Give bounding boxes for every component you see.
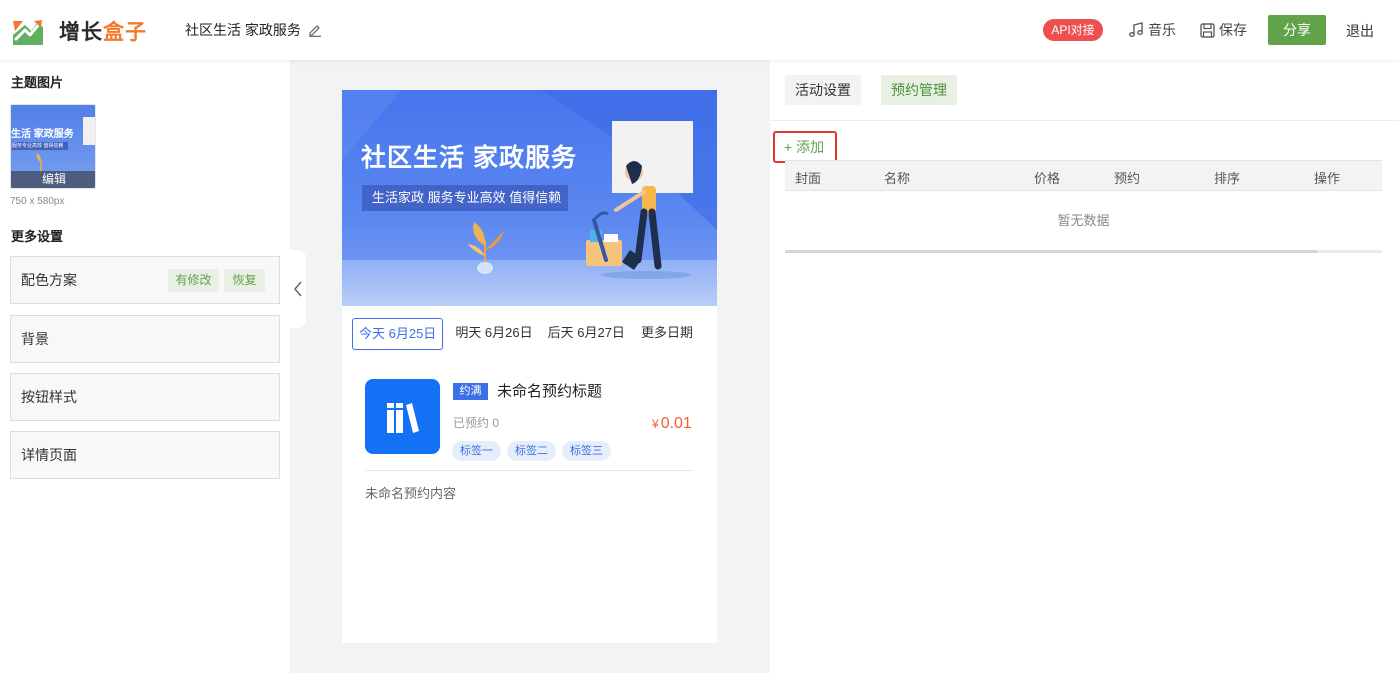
- item-title[interactable]: 未命名预约标题: [497, 380, 602, 401]
- activity-title: 社区生活 家政服务: [185, 22, 301, 38]
- music-button[interactable]: 音乐: [1128, 20, 1176, 40]
- tab-booking-management[interactable]: 预约管理: [881, 75, 957, 105]
- collapse-panel-toggle[interactable]: [290, 250, 306, 328]
- more-settings-title: 更多设置: [11, 229, 64, 244]
- column-header-sort: 排序: [1214, 171, 1241, 186]
- tab-activity-settings[interactable]: 活动设置: [785, 75, 861, 105]
- table-scrollbar[interactable]: [785, 250, 1382, 253]
- item-content: 未命名预约内容: [365, 486, 457, 501]
- setting-background[interactable]: 背景: [10, 315, 280, 363]
- save-disk-icon: [1200, 22, 1215, 38]
- setting-background-label: 背景: [21, 331, 49, 347]
- preview-banner: 社区生活 家政服务 生活家政 服务专业高效 值得信赖: [342, 90, 717, 306]
- date-tab-today[interactable]: 今天 6月25日: [352, 318, 444, 350]
- setting-color-scheme-label: 配色方案: [21, 272, 77, 288]
- add-booking-button[interactable]: + 添加: [773, 131, 837, 163]
- date-tab-day-after[interactable]: 后天 6月27日: [542, 318, 631, 350]
- books-icon: [387, 403, 419, 433]
- column-header-actions: 操作: [1314, 171, 1341, 186]
- left-settings-panel: 主题图片 生活 家政服务 服务专业高效 值得信赖 编辑 750 x 580px …: [0, 60, 290, 673]
- item-price: ¥0.01: [652, 415, 692, 433]
- booking-table-header: 封面 名称 价格 预约 排序 操作: [785, 160, 1382, 191]
- setting-button-style[interactable]: 按钮样式: [10, 373, 280, 421]
- theme-image-thumbnail[interactable]: 生活 家政服务 服务专业高效 值得信赖 编辑: [10, 104, 96, 189]
- save-button[interactable]: 保存: [1200, 20, 1247, 40]
- app-logo[interactable]: 增长盒子: [13, 16, 147, 46]
- music-note-icon: [1129, 22, 1143, 37]
- music-label: 音乐: [1148, 22, 1176, 38]
- item-tag: 标签三: [562, 441, 611, 461]
- column-header-name: 名称: [884, 171, 911, 186]
- setting-button-style-label: 按钮样式: [21, 389, 77, 405]
- thumb-plant-icon: [36, 153, 48, 173]
- thumb-size-hint: 750 x 580px: [10, 196, 65, 207]
- table-empty-state: 暂无数据: [1057, 213, 1110, 228]
- setting-detail-page-label: 详情页面: [21, 447, 77, 463]
- item-cover-image[interactable]: [365, 379, 440, 454]
- modified-badge: 有修改: [168, 269, 219, 292]
- logo-text-dark: 增长: [59, 21, 103, 44]
- table-scrollbar-thumb[interactable]: [785, 250, 1317, 253]
- date-tab-tomorrow[interactable]: 明天 6月26日: [449, 318, 538, 350]
- column-header-cover: 封面: [795, 171, 822, 186]
- item-tag: 标签一: [452, 441, 501, 461]
- item-tag: 标签二: [507, 441, 556, 461]
- share-button[interactable]: 分享: [1268, 15, 1326, 45]
- thumb-title: 生活 家政服务: [11, 129, 74, 140]
- exit-button[interactable]: 退出: [1346, 21, 1374, 41]
- tabs-divider: [770, 120, 1399, 121]
- status-badge-full: 约满: [453, 383, 488, 400]
- right-config-panel: 活动设置 预约管理 + 添加 封面 名称 价格 预约 排序 操作 暂无数据: [770, 60, 1399, 673]
- thumb-subtitle: 服务专业高效 值得信赖: [12, 142, 68, 150]
- mobile-preview: 社区生活 家政服务 生活家政 服务专业高效 值得信赖 今天 6月25日 明天 6…: [342, 90, 717, 643]
- api-integration-badge[interactable]: API对接: [1043, 19, 1103, 41]
- column-header-price: 价格: [1034, 171, 1061, 186]
- restore-button[interactable]: 恢复: [224, 269, 265, 292]
- banner-plant-icon: [468, 222, 504, 274]
- setting-color-scheme[interactable]: 配色方案 有修改 恢复: [10, 256, 280, 304]
- date-tab-more[interactable]: 更多日期: [635, 318, 699, 350]
- save-label: 保存: [1219, 22, 1247, 38]
- thumb-board: [83, 117, 95, 145]
- thumb-edit-button[interactable]: 编辑: [11, 171, 95, 188]
- banner-title: 社区生活 家政服务: [361, 144, 577, 172]
- date-tabs: 今天 6月25日 明天 6月26日 后天 6月27日 更多日期: [352, 318, 699, 350]
- chevron-left-icon: [294, 281, 302, 297]
- banner-subtitle: 生活家政 服务专业高效 值得信赖: [362, 185, 568, 211]
- banner-cleaner-illustration: [586, 161, 691, 279]
- setting-detail-page[interactable]: 详情页面: [10, 431, 280, 479]
- edit-pencil-icon[interactable]: [308, 23, 322, 37]
- item-divider: [365, 470, 694, 471]
- column-header-booking: 预约: [1114, 171, 1141, 186]
- logo-text-orange: 盒子: [103, 21, 147, 44]
- top-header: 增长盒子 社区生活 家政服务 API对接 音乐 保存 分享 退出: [0, 0, 1399, 60]
- activity-title-area[interactable]: 社区生活 家政服务: [185, 20, 322, 40]
- logo-icon: [13, 17, 45, 45]
- theme-image-title: 主题图片: [11, 75, 64, 90]
- logo-text: 增长盒子: [59, 16, 147, 46]
- currency-symbol: ¥: [652, 417, 659, 431]
- price-value: 0.01: [660, 415, 692, 432]
- item-booked-count: 已预约 0: [453, 416, 500, 430]
